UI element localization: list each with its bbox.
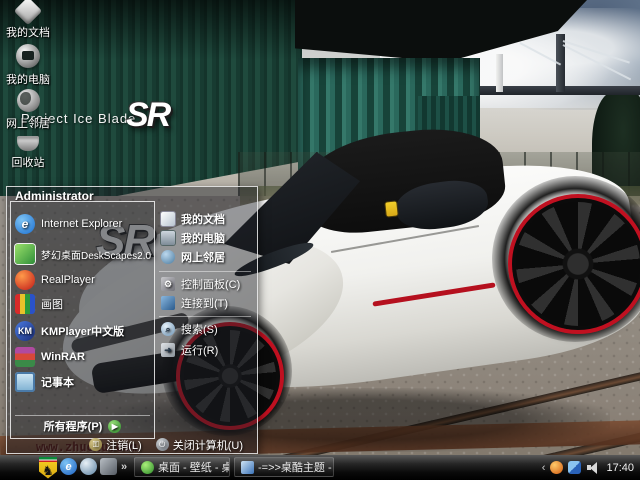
start-menu-item-control-panel[interactable]: ⚙ 控制面板(C) bbox=[161, 276, 240, 292]
start-menu-item-label: WinRAR bbox=[41, 351, 85, 363]
desktop-screen: Project Ice Blade. SR SR www.zhuoku.com … bbox=[0, 0, 640, 480]
quicklaunch-media-player[interactable] bbox=[100, 458, 117, 475]
start-menu-item-label: 我的电脑 bbox=[181, 233, 225, 245]
start-menu: Administrator e Internet Explorer 梦幻桌面De… bbox=[6, 186, 258, 454]
start-menu-item-label: 梦幻桌面DeskScapes2.0 bbox=[41, 250, 152, 262]
start-menu-bottom-bar: ⚿ 注销(L) ⏻ 关闭计算机(U) bbox=[7, 436, 257, 453]
desktop-icon-label: 回收站 bbox=[11, 157, 45, 169]
start-menu-item-label: 我的文档 bbox=[181, 214, 225, 226]
tray-clock[interactable]: 17:40 bbox=[606, 462, 634, 474]
taskbar-window-title: 桌面 - 壁纸 - 桌酷... bbox=[158, 462, 229, 474]
start-menu-item-winrar[interactable]: WinRAR bbox=[15, 347, 149, 367]
start-menu-item-label: RealPlayer bbox=[41, 274, 95, 286]
kmplayer-icon: KM bbox=[15, 321, 35, 341]
start-menu-item-network-places[interactable]: 网上邻居 bbox=[161, 249, 225, 265]
taskbar: ♞ e » 桌面 - 壁纸 - 桌酷... -=>>桌酷主题 - Mi... ‹… bbox=[0, 455, 640, 480]
start-menu-item-deskscapes[interactable]: 梦幻桌面DeskScapes2.0 bbox=[15, 244, 152, 264]
all-programs-label: 所有程序(P) bbox=[43, 421, 103, 433]
start-menu-item-label: 记事本 bbox=[41, 377, 74, 389]
start-menu-item-internet-explorer[interactable]: e Internet Explorer bbox=[15, 214, 149, 234]
desktop-icon-label: 网上邻居 bbox=[6, 118, 50, 130]
start-menu-item-label: 运行(R) bbox=[181, 345, 219, 357]
my-computer-icon bbox=[161, 231, 175, 245]
taskbar-window-wallpaper[interactable]: 桌面 - 壁纸 - 桌酷... bbox=[134, 457, 230, 477]
tray-collapse-chevron[interactable]: ‹ bbox=[542, 462, 546, 474]
start-menu-separator bbox=[159, 271, 251, 272]
ferrari-badge-icon bbox=[385, 201, 398, 217]
search-icon: ⌕ bbox=[161, 322, 175, 336]
quicklaunch-show-desktop[interactable] bbox=[80, 458, 97, 475]
start-menu-separator bbox=[159, 316, 251, 317]
start-menu-item-run[interactable]: ➜ 运行(R) bbox=[161, 342, 218, 358]
my-computer-icon bbox=[16, 44, 40, 68]
start-menu-item-label: 搜索(S) bbox=[181, 324, 218, 336]
all-programs-button[interactable]: 所有程序(P) ▶ bbox=[15, 415, 150, 436]
deskscapes-icon bbox=[15, 244, 35, 264]
desktop-icon-label: 我的电脑 bbox=[6, 74, 50, 86]
network-places-icon bbox=[16, 89, 40, 112]
desktop-icon-label: 我的文档 bbox=[6, 27, 50, 39]
start-menu-item-my-computer[interactable]: 我的电脑 bbox=[161, 230, 225, 246]
power-icon: ⏻ bbox=[155, 438, 169, 451]
start-menu-item-label: 网上邻居 bbox=[181, 252, 225, 264]
winrar-icon bbox=[15, 347, 35, 367]
sr-logo: SR bbox=[126, 96, 171, 134]
all-programs-arrow-icon: ▶ bbox=[108, 419, 122, 433]
taskbar-window-title: -=>>桌酷主题 - Mi... bbox=[258, 462, 333, 474]
tray-orange-app-icon[interactable] bbox=[550, 461, 564, 474]
start-menu-item-label: Internet Explorer bbox=[41, 217, 123, 230]
tray-messenger-icon[interactable] bbox=[568, 461, 582, 474]
realplayer-icon bbox=[15, 270, 35, 290]
start-menu-left-panel: e Internet Explorer 梦幻桌面DeskScapes2.0 Re… bbox=[10, 201, 155, 439]
start-menu-item-label: KMPlayer中文版 bbox=[41, 326, 125, 338]
desktop-icon-my-computer[interactable]: 我的电脑 bbox=[2, 44, 54, 87]
connect-to-icon bbox=[161, 296, 175, 310]
desktop-icon-network-places[interactable]: 网上邻居 bbox=[2, 89, 54, 131]
start-menu-item-paint[interactable]: 画图 bbox=[15, 294, 149, 314]
internet-explorer-page-icon bbox=[241, 460, 254, 474]
start-menu-item-my-documents[interactable]: 我的文档 bbox=[161, 211, 225, 227]
paint-icon bbox=[15, 294, 35, 314]
run-icon: ➜ bbox=[161, 343, 175, 357]
desktop-icon-recycle-bin[interactable]: 回收站 bbox=[2, 136, 54, 170]
start-menu-item-notepad[interactable]: 记事本 bbox=[15, 372, 149, 392]
system-tray: ‹ 17:40 bbox=[542, 455, 638, 480]
control-panel-icon: ⚙ bbox=[161, 277, 175, 291]
ferrari-shield-icon: ♞ bbox=[39, 456, 57, 479]
quicklaunch-overflow-chevron[interactable]: » bbox=[119, 460, 129, 474]
log-off-label: 注销(L) bbox=[106, 439, 142, 452]
start-menu-item-search[interactable]: ⌕ 搜索(S) bbox=[161, 321, 218, 337]
start-menu-item-label: 画图 bbox=[41, 299, 63, 311]
my-documents-icon bbox=[161, 212, 175, 226]
volume-icon[interactable] bbox=[586, 461, 599, 474]
my-documents-icon bbox=[13, 0, 43, 26]
quicklaunch-internet-explorer[interactable]: e bbox=[60, 458, 77, 475]
desktop-icon-my-documents[interactable]: 我的文档 bbox=[2, 0, 54, 40]
start-menu-item-realplayer[interactable]: RealPlayer bbox=[15, 270, 149, 290]
log-off-button[interactable]: ⚿ 注销(L) bbox=[89, 437, 142, 453]
network-places-icon bbox=[161, 250, 175, 264]
shut-down-label: 关闭计算机(U) bbox=[172, 439, 243, 452]
shut-down-button[interactable]: ⏻ 关闭计算机(U) bbox=[155, 437, 243, 453]
internet-explorer-icon: e bbox=[15, 214, 35, 234]
wallpaper-pylon bbox=[496, 54, 503, 92]
wallpaper-bridge-deck bbox=[468, 86, 640, 95]
log-off-icon: ⚿ bbox=[89, 438, 103, 451]
taskbar-window-theme[interactable]: -=>>桌酷主题 - Mi... bbox=[234, 457, 334, 477]
recycle-bin-icon bbox=[17, 136, 39, 151]
start-menu-item-label: 连接到(T) bbox=[181, 298, 229, 310]
start-menu-right-panel: 我的文档 我的电脑 网上邻居 ⚙ 控制面板(C) 连接到(T) ⌕ 搜索(S) … bbox=[157, 201, 255, 437]
start-menu-item-label: 控制面板(C) bbox=[181, 279, 241, 291]
notepad-icon bbox=[15, 372, 35, 392]
car-rear-wheel bbox=[508, 194, 640, 334]
start-menu-item-kmplayer[interactable]: KM KMPlayer中文版 bbox=[15, 321, 149, 341]
start-menu-item-connect-to[interactable]: 连接到(T) bbox=[161, 295, 228, 311]
green-app-icon bbox=[141, 460, 154, 474]
start-button[interactable]: ♞ bbox=[36, 456, 60, 479]
